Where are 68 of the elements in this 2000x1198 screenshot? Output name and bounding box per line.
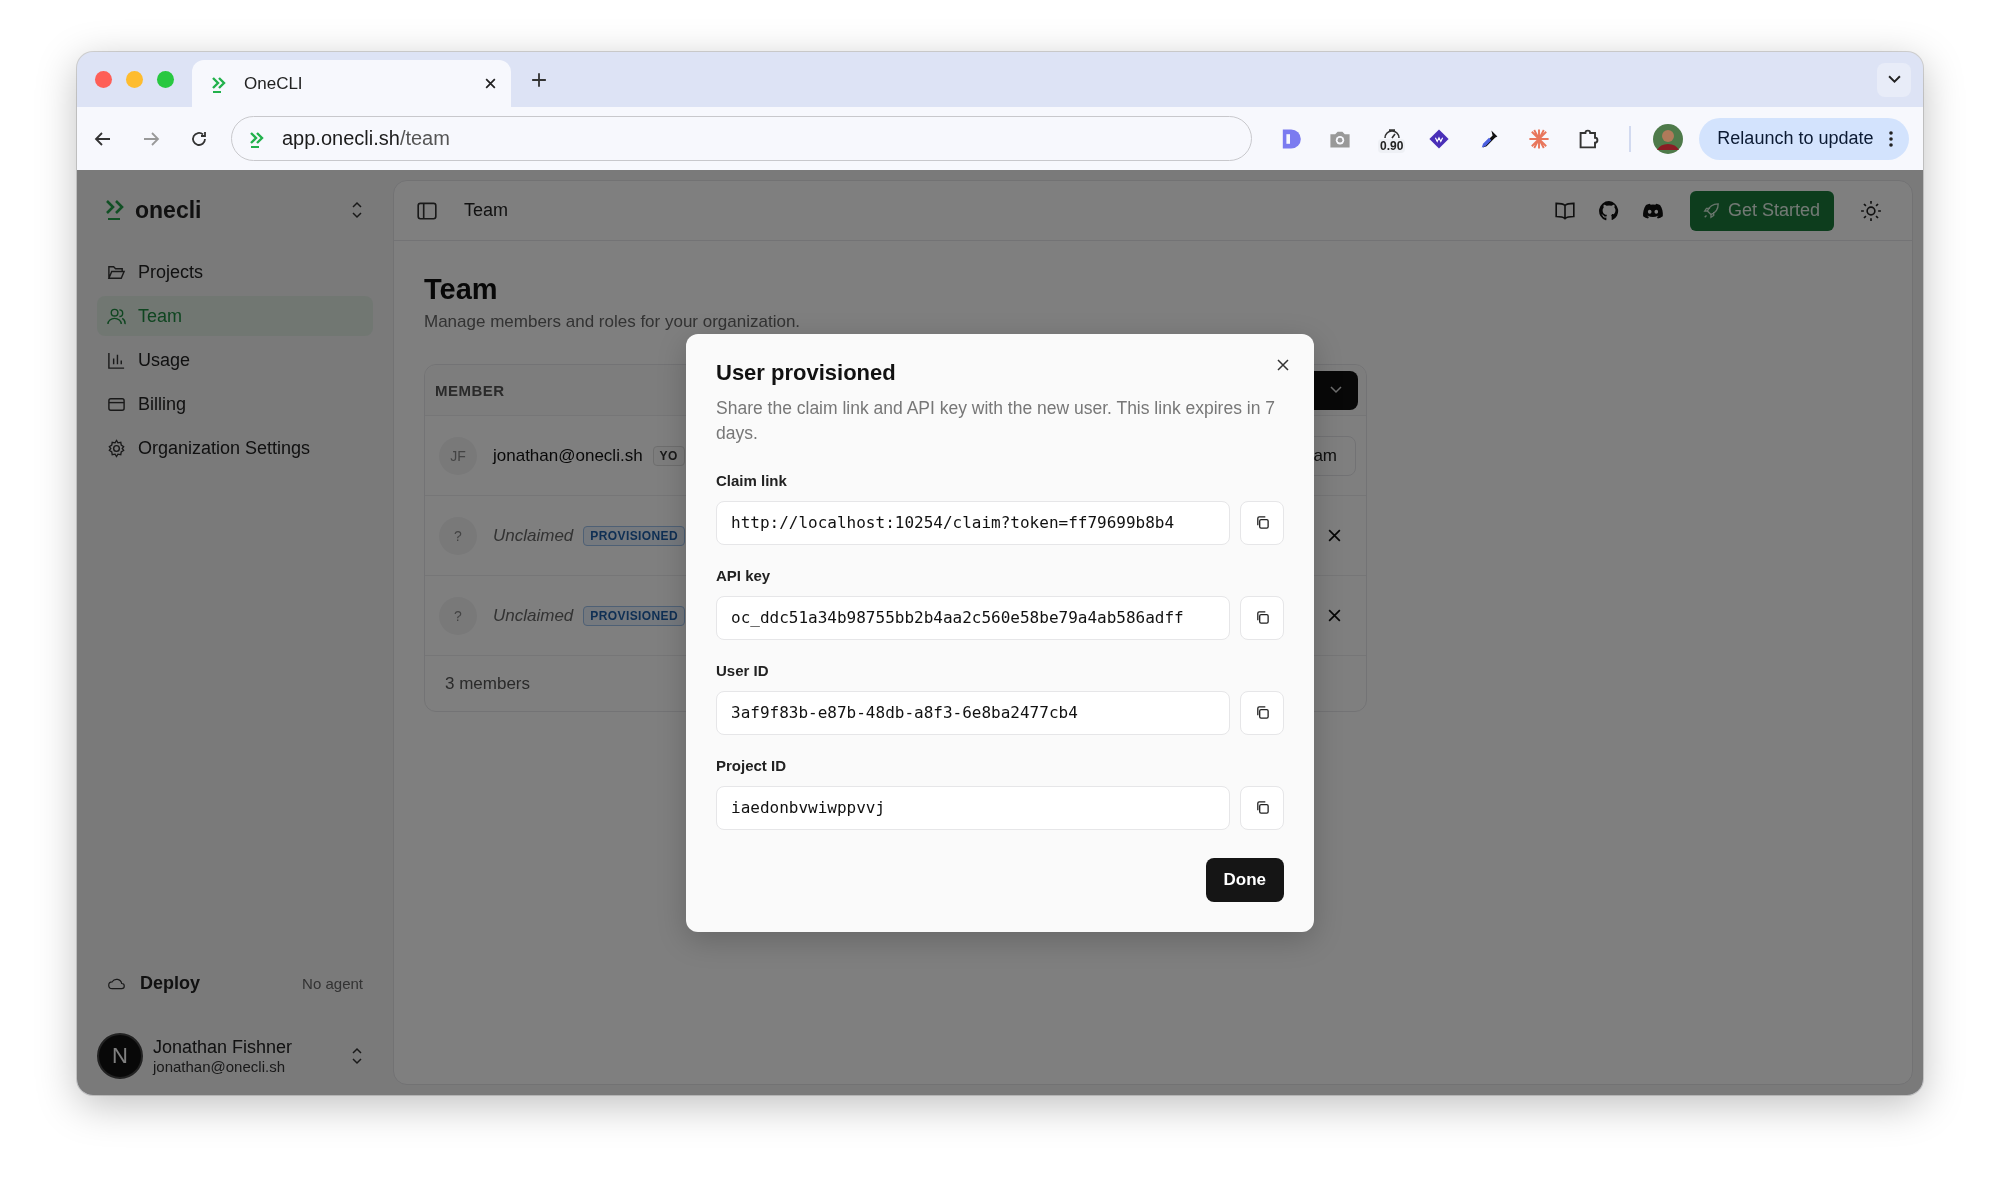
chart-icon bbox=[107, 350, 126, 370]
text-field[interactable]: iaedonbvwiwppvvj bbox=[716, 785, 1230, 830]
copy-icon bbox=[1254, 515, 1270, 530]
member-name: Unclaimed bbox=[493, 605, 574, 626]
chevron-down-icon bbox=[1330, 386, 1342, 394]
text-field[interactable]: oc_ddc51a34b98755bb2b4aa2c560e58be79a4ab586adff bbox=[716, 595, 1230, 640]
user-email: jonathan@onecli.sh bbox=[153, 1058, 286, 1075]
field-label: Claim link bbox=[716, 471, 788, 489]
done-button[interactable]: Done bbox=[1205, 857, 1284, 902]
tab-search-button[interactable] bbox=[1877, 62, 1911, 97]
chevron-down-icon bbox=[1887, 75, 1901, 84]
starburst-icon[interactable] bbox=[1527, 126, 1552, 151]
deploy-status: No agent bbox=[302, 974, 363, 992]
relaunch-button[interactable]: Relaunch to update bbox=[1699, 117, 1910, 160]
users-icon bbox=[107, 306, 126, 326]
copy-button[interactable] bbox=[1240, 690, 1284, 735]
gauge-icon bbox=[1381, 128, 1402, 139]
theme-toggle-icon[interactable] bbox=[1860, 199, 1882, 222]
sidebar-item[interactable]: Organization Settings bbox=[97, 428, 373, 468]
sidebar-toggle-icon[interactable] bbox=[416, 199, 438, 222]
account-menu-icon[interactable] bbox=[351, 1047, 363, 1065]
remove-icon[interactable] bbox=[1327, 528, 1342, 543]
breadcrumb: Team bbox=[464, 200, 508, 221]
copy-button[interactable] bbox=[1240, 785, 1284, 830]
sidebar-item[interactable]: Billing bbox=[97, 384, 373, 424]
sidebar-item[interactable]: Projects bbox=[97, 252, 373, 292]
status-badge: PROVISIONED bbox=[583, 525, 686, 546]
browser-tab[interactable]: OneCLI bbox=[192, 60, 511, 107]
close-icon[interactable] bbox=[1276, 357, 1290, 372]
profile-avatar[interactable] bbox=[1653, 123, 1684, 154]
rocket-icon bbox=[1701, 201, 1720, 220]
member-count: 3 members bbox=[445, 673, 531, 694]
field-label: Project ID bbox=[716, 756, 788, 774]
dialog-description: Share the claim link and API key with the new user. This link expires in 7 days. bbox=[716, 396, 1276, 445]
url-text: app.onecli.sh/team bbox=[282, 127, 450, 150]
member-name: Unclaimed bbox=[493, 525, 574, 546]
user-avatar: N bbox=[97, 1033, 143, 1079]
close-icon[interactable] bbox=[484, 77, 497, 90]
brand-name: onecli bbox=[135, 196, 202, 224]
page-title: Team bbox=[424, 273, 499, 306]
column-header: MEMBER bbox=[435, 381, 505, 399]
status-badge: YO bbox=[652, 445, 685, 466]
gear-icon bbox=[107, 438, 126, 458]
dialog-title: User provisioned bbox=[716, 359, 897, 386]
text-field[interactable]: http://localhost:10254/claim?token=ff79699b8b4 bbox=[716, 500, 1230, 545]
member-avatar: ? bbox=[439, 596, 477, 635]
remove-icon[interactable] bbox=[1327, 608, 1342, 623]
text-field[interactable]: 3af9f83b-e87b-48db-a8f3-6e8ba2477cb4 bbox=[716, 690, 1230, 735]
new-tab-icon[interactable] bbox=[531, 71, 547, 88]
user-name: Jonathan Fishner bbox=[153, 1037, 293, 1058]
field-label: API key bbox=[716, 566, 772, 584]
book-icon[interactable] bbox=[1553, 199, 1576, 222]
switcher-icon[interactable] bbox=[351, 201, 363, 219]
member-name: jonathan@onecli.sh bbox=[493, 445, 643, 466]
copy-icon bbox=[1254, 800, 1270, 815]
page-subtitle: Manage members and roles for your organization. bbox=[424, 312, 802, 332]
member-avatar: ? bbox=[439, 516, 477, 555]
sidebar-item[interactable]: Usage bbox=[97, 340, 373, 380]
status-badge: PROVISIONED bbox=[583, 605, 686, 626]
github-icon[interactable] bbox=[1597, 199, 1620, 222]
copy-button[interactable] bbox=[1240, 500, 1284, 545]
field-label: User ID bbox=[716, 661, 770, 679]
tab-title: OneCLI bbox=[244, 73, 304, 94]
copy-button[interactable] bbox=[1240, 595, 1284, 640]
more-icon[interactable] bbox=[1889, 130, 1894, 147]
copy-icon bbox=[1254, 610, 1270, 625]
deploy-label: Deploy bbox=[140, 972, 200, 994]
copy-icon bbox=[1254, 705, 1270, 720]
